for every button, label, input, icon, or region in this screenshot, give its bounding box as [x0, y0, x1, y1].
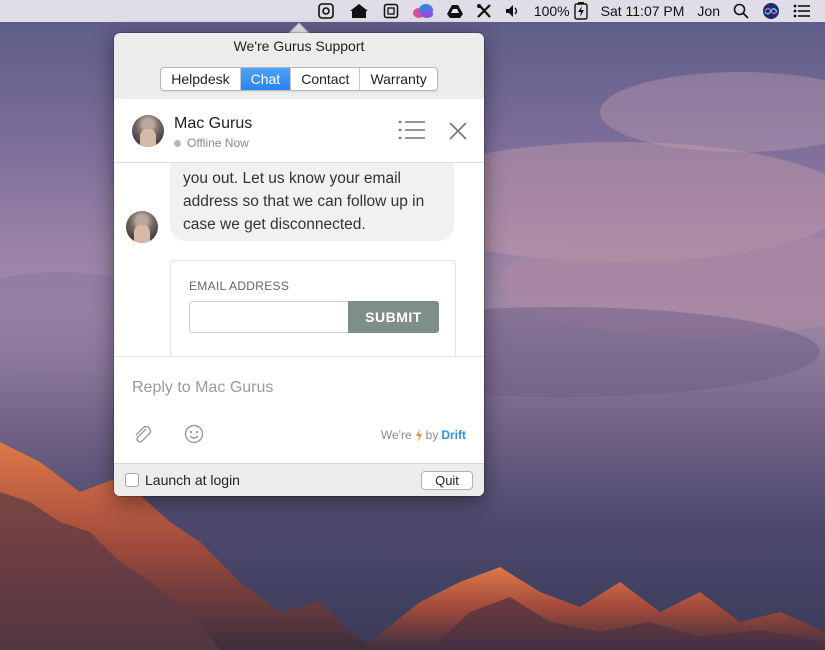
- composer: Reply to Mac Gurus We're by Drift: [114, 356, 484, 463]
- tools-icon[interactable]: [476, 0, 492, 22]
- tab-bar: Helpdesk Chat Contact Warranty: [114, 59, 484, 99]
- tab-chat[interactable]: Chat: [240, 68, 292, 90]
- gear-badge-icon[interactable]: [317, 0, 335, 22]
- brand-by: by: [425, 428, 439, 442]
- tab-warranty[interactable]: Warranty: [360, 68, 436, 90]
- siri-icon[interactable]: [762, 0, 780, 22]
- clipboard-icon[interactable]: [383, 0, 399, 22]
- menu-bar: 100% Sat 11:07 PM Jon: [0, 0, 825, 22]
- popover-footer: Launch at login Quit: [114, 463, 484, 496]
- notification-center-icon[interactable]: [793, 0, 811, 22]
- battery-percent: 100%: [533, 3, 570, 19]
- agent-status: Offline Now: [174, 136, 249, 150]
- support-popover: We're Gurus Support Helpdesk Chat Contac…: [114, 33, 484, 496]
- brand-name: Drift: [441, 428, 466, 442]
- popover-title: We're Gurus Support: [233, 38, 365, 54]
- tab-helpdesk[interactable]: Helpdesk: [161, 68, 241, 90]
- email-label: EMAIL ADDRESS: [189, 279, 290, 293]
- google-drive-icon[interactable]: [446, 0, 463, 22]
- tab-contact[interactable]: Contact: [291, 68, 361, 90]
- drift-branding[interactable]: We're by Drift: [381, 428, 466, 442]
- menu-list-icon[interactable]: [398, 120, 426, 145]
- email-field[interactable]: [189, 301, 349, 333]
- message-line: you out. Let us know your email: [183, 170, 401, 187]
- agent-avatar: [132, 115, 164, 147]
- emoji-icon[interactable]: [184, 424, 204, 449]
- segmented-control: Helpdesk Chat Contact Warranty: [160, 67, 438, 91]
- menubar-user[interactable]: Jon: [697, 0, 720, 22]
- battery-icon[interactable]: [573, 0, 588, 22]
- brand-prefix: We're: [380, 428, 412, 442]
- menubar-clock[interactable]: Sat 11:07 PM: [601, 0, 685, 22]
- message-line: address so that we can follow up in: [183, 193, 425, 210]
- creative-cloud-icon[interactable]: [412, 0, 434, 22]
- submit-button[interactable]: SUBMIT: [348, 301, 439, 333]
- close-icon[interactable]: [448, 121, 468, 146]
- launch-at-login-checkbox[interactable]: [125, 473, 139, 487]
- status-dot: [174, 139, 181, 147]
- lightning-icon: [415, 428, 422, 442]
- chat-header: Mac Gurus Offline Now: [114, 99, 484, 163]
- chat-panel: Mac Gurus Offline Now you out. Let us kn…: [114, 99, 484, 463]
- reply-input[interactable]: Reply to Mac Gurus: [132, 379, 273, 397]
- email-capture-card: EMAIL ADDRESS SUBMIT: [170, 260, 456, 356]
- volume-icon[interactable]: [505, 0, 521, 22]
- status-text: Offline Now: [187, 136, 249, 150]
- launch-at-login-label[interactable]: Launch at login: [145, 472, 240, 488]
- home-icon[interactable]: [348, 0, 370, 22]
- quit-button[interactable]: Quit: [421, 471, 473, 490]
- message-avatar: [126, 211, 158, 243]
- agent-name: Mac Gurus: [174, 115, 253, 132]
- spotlight-search-icon[interactable]: [733, 0, 749, 22]
- message-list: you out. Let us know your email address …: [114, 163, 484, 356]
- message-line: case we get disconnected.: [183, 216, 366, 233]
- message-bubble: you out. Let us know your email address …: [170, 163, 454, 241]
- paperclip-icon[interactable]: [132, 424, 152, 451]
